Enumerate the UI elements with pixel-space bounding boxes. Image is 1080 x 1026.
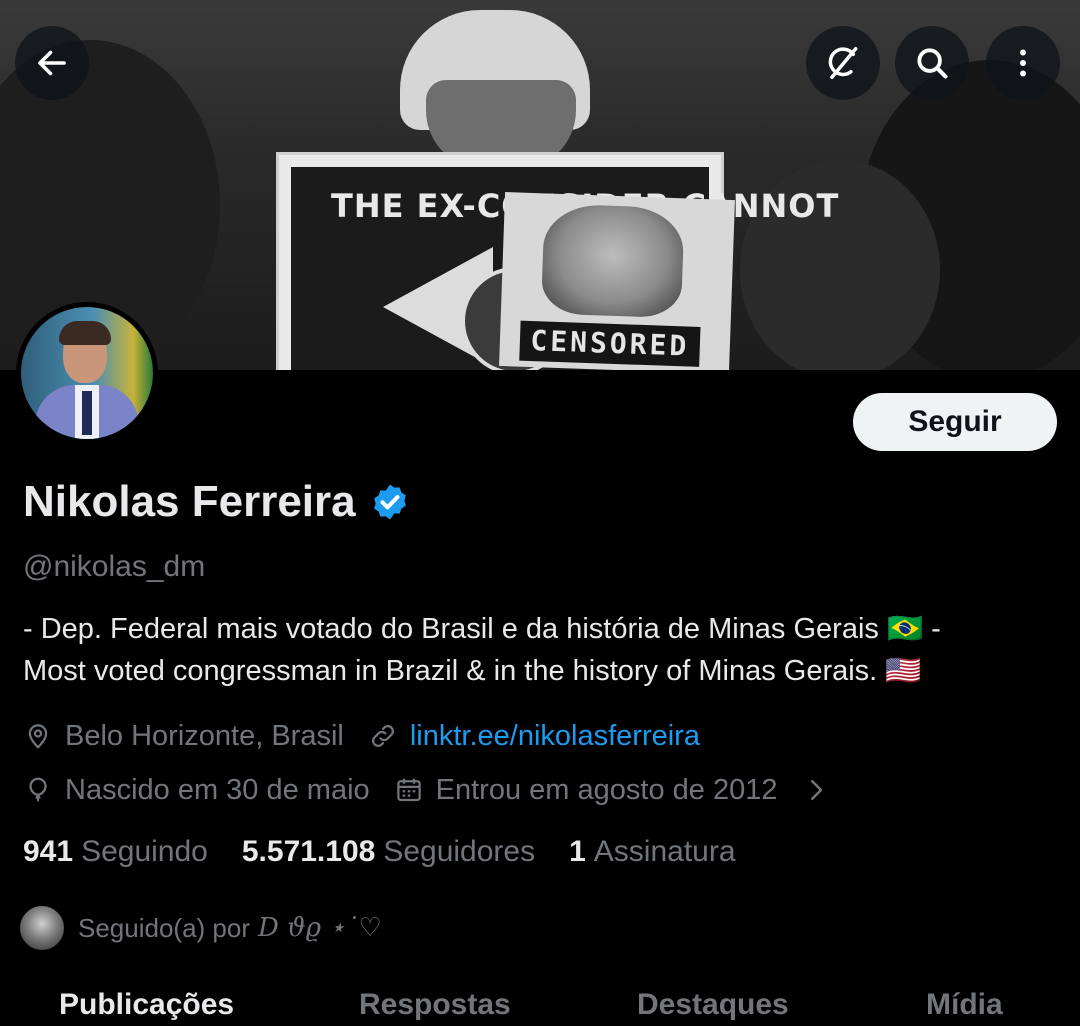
profile-website-link[interactable]: linktr.ee/nikolasferreira (410, 720, 700, 753)
calendar-icon (396, 778, 421, 802)
profile-meta-row: Nascido em 30 de maio Entrou em agosto d… (23, 770, 843, 810)
banner-photo-face (540, 203, 685, 319)
more-vertical-icon (1020, 49, 1026, 77)
profile-meta-row: Belo Horizonte, Brasil linktr.ee/nikolas… (23, 716, 700, 756)
profile-handle: @nikolas_dm (23, 550, 206, 583)
tab-destaques[interactable]: Destaques (637, 988, 789, 1022)
followers-count[interactable]: 5.571.108 (242, 835, 375, 869)
follow-button[interactable]: Seguir (853, 393, 1057, 451)
followed-by-prefix: Seguido(a) por (78, 912, 250, 943)
bio-line: - Dep. Federal mais votado do Brasil e d… (23, 613, 941, 645)
banner-censored-label: CENSORED (519, 320, 701, 367)
profile-stats: 941 Seguindo 5.571.108 Seguidores 1 Assi… (23, 832, 770, 872)
follower-avatar (18, 904, 66, 952)
profile-name: Nikolas Ferreira (23, 477, 356, 526)
banner-censored-photo: CENSORED (499, 192, 735, 370)
search-icon (917, 48, 948, 79)
profile-tabs: Publicações Respostas Destaques Mídia (0, 980, 1080, 1026)
chevron-right-icon[interactable] (801, 775, 831, 805)
grok-icon (828, 47, 858, 79)
search-button[interactable] (895, 26, 969, 100)
profile-name-row: Nikolas Ferreira (23, 476, 410, 528)
more-options-button[interactable] (986, 26, 1060, 100)
following-label[interactable]: Seguindo (81, 835, 208, 869)
profile-birthday: Nascido em 30 de maio (65, 773, 370, 806)
balloon-icon (29, 777, 47, 802)
profile-join-date: Entrou em agosto de 2012 (435, 773, 778, 806)
followed-by-name: 𝐷 𝜗𝜚 ⋆˙♡ (258, 913, 382, 943)
location-pin-icon (28, 724, 48, 749)
profile-bio: - Dep. Federal mais votado do Brasil e d… (23, 608, 1063, 692)
profile-location: Belo Horizonte, Brasil (65, 719, 344, 752)
followers-label[interactable]: Seguidores (383, 835, 535, 869)
subscriptions-label[interactable]: Assinatura (594, 835, 736, 869)
tab-publicacoes[interactable]: Publicações (59, 988, 234, 1022)
bio-line: Most voted congressman in Brazil & in th… (23, 655, 922, 687)
following-count[interactable]: 941 (23, 835, 73, 869)
followed-by-row[interactable]: Seguido(a) por 𝐷 𝜗𝜚 ⋆˙♡ (18, 904, 382, 952)
link-icon (371, 725, 394, 747)
verified-badge-icon[interactable] (370, 482, 410, 522)
arrow-left-icon (38, 50, 66, 76)
avatar-image (21, 307, 153, 439)
grok-button[interactable] (806, 26, 880, 100)
back-button[interactable] (15, 26, 89, 100)
subscriptions-count[interactable]: 1 (569, 835, 586, 869)
tab-midia[interactable]: Mídia (926, 988, 1003, 1022)
profile-avatar[interactable] (16, 302, 158, 444)
tab-respostas[interactable]: Respostas (359, 988, 511, 1022)
